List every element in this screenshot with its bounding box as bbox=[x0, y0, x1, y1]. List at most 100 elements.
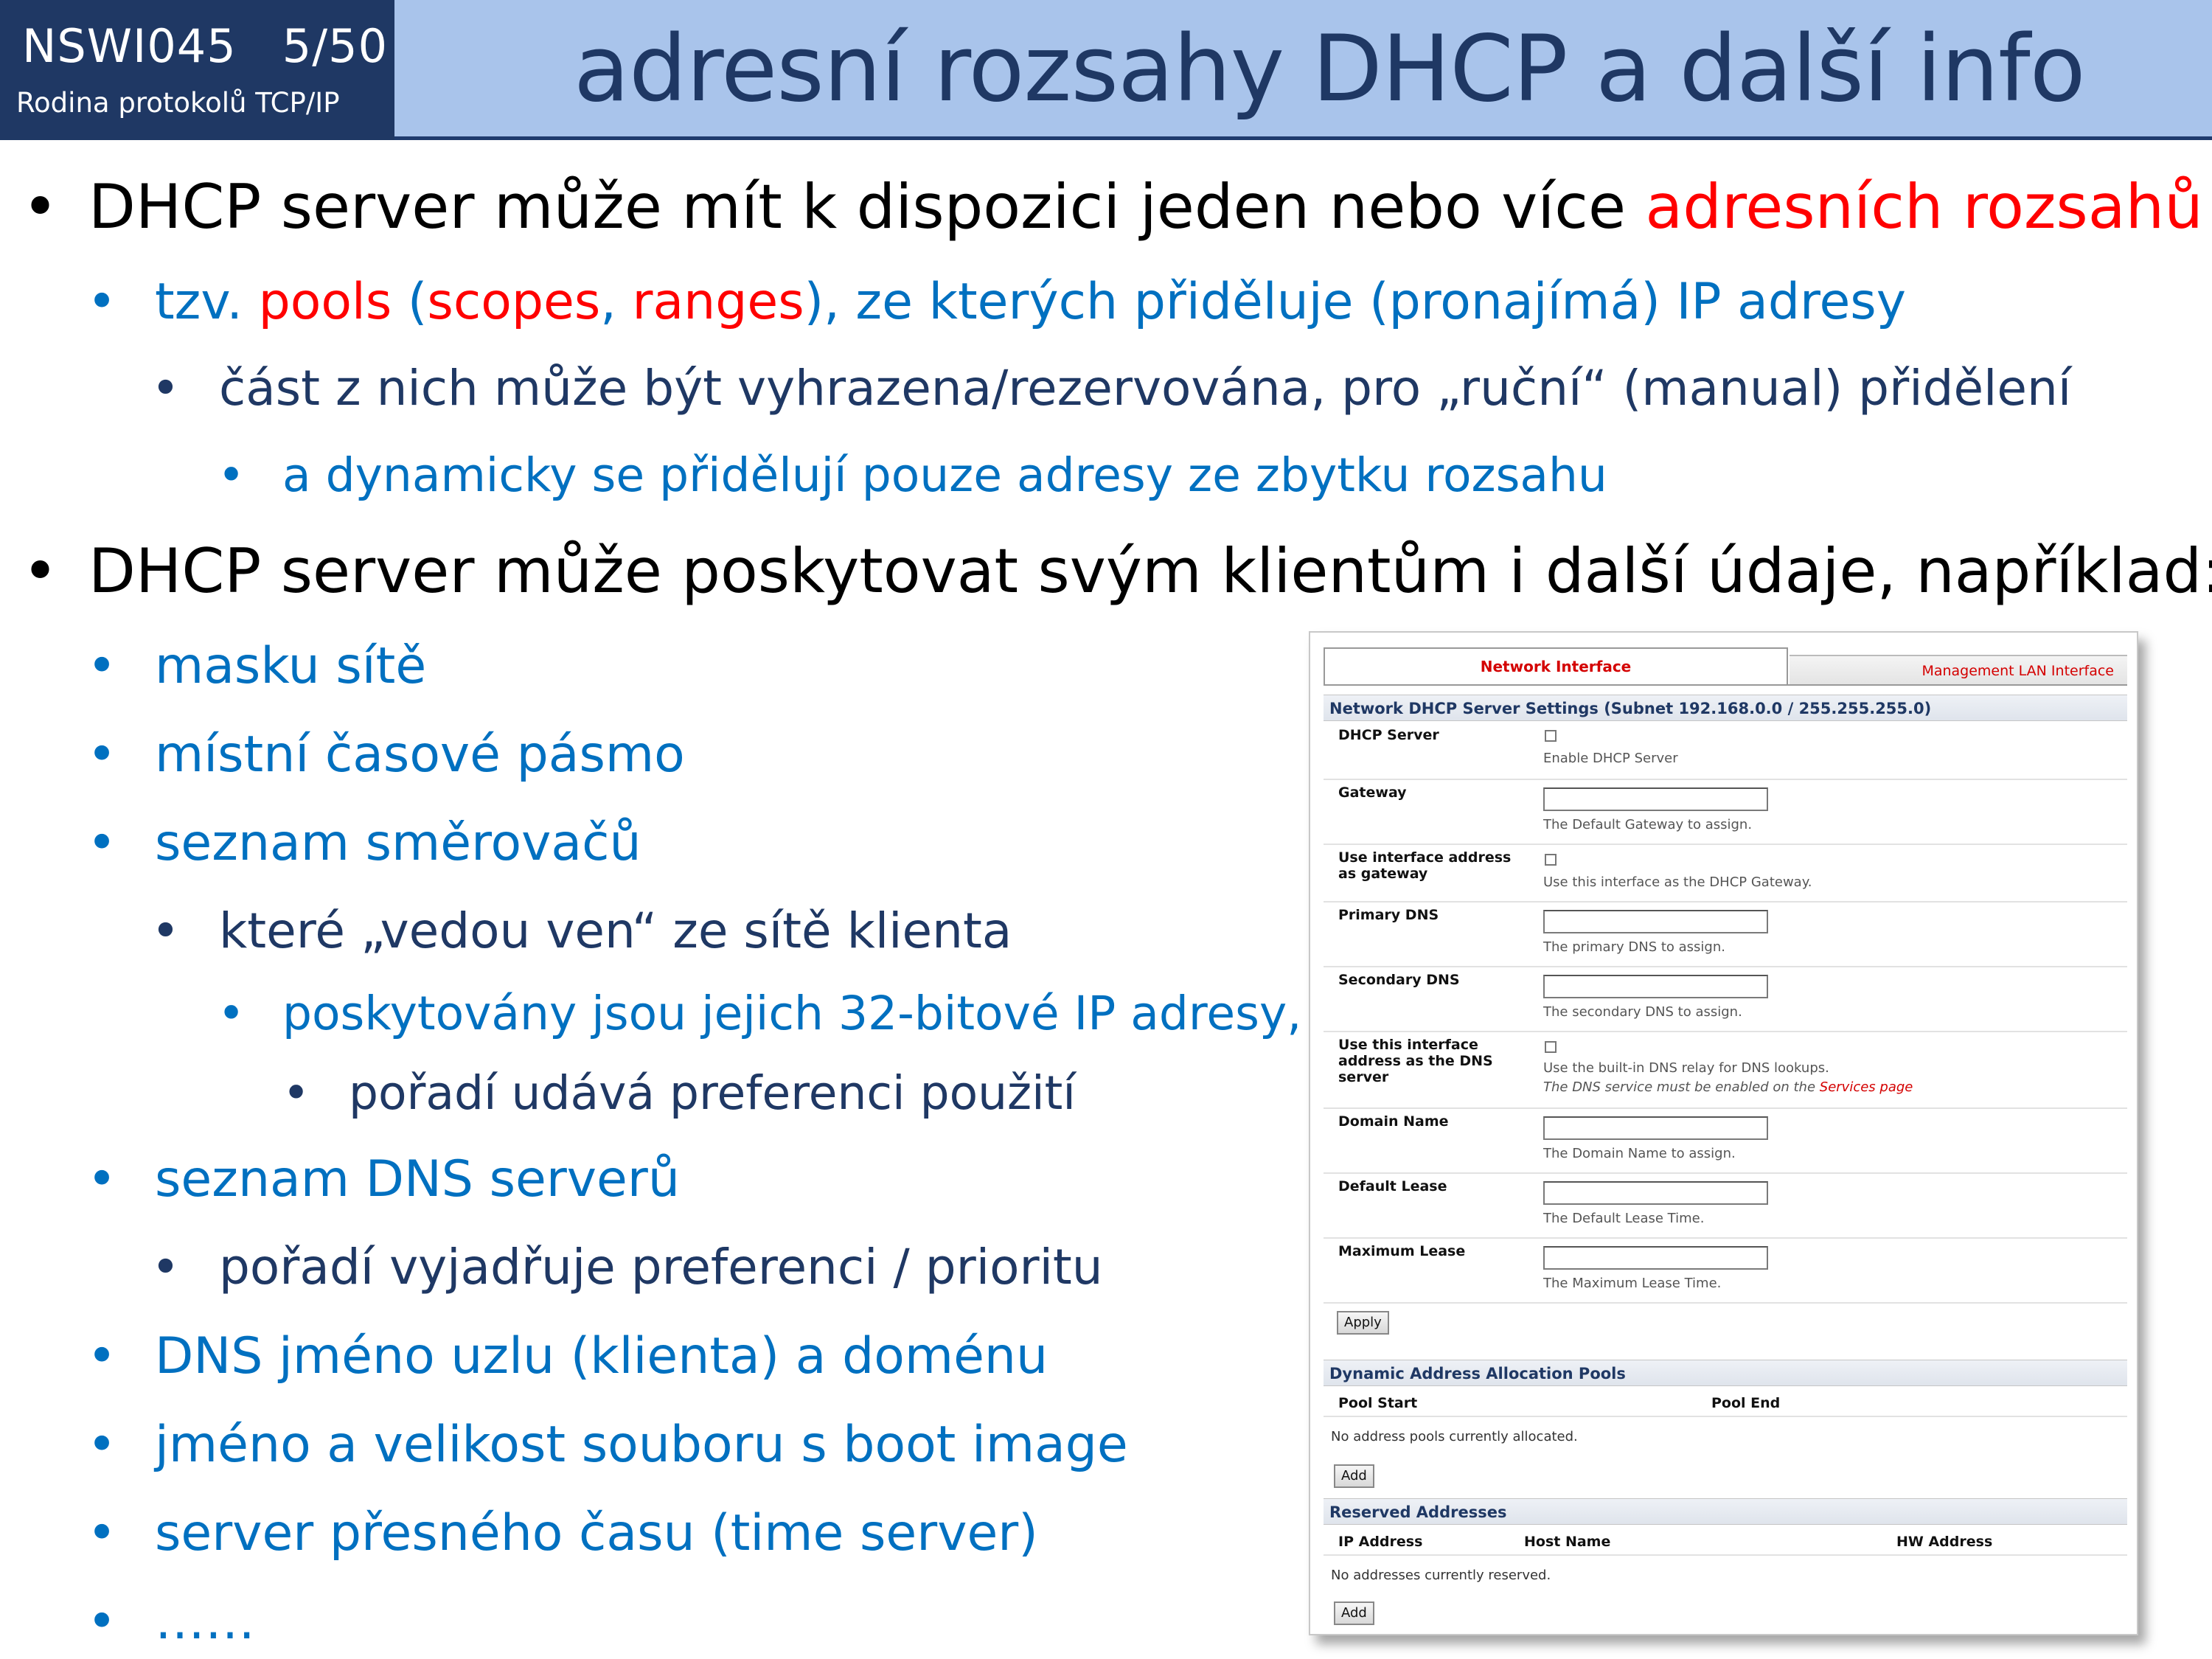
secondary-dns-input[interactable] bbox=[1543, 975, 1768, 998]
bullet-text: tzv. bbox=[155, 273, 259, 331]
use-interface-dns-checkbox[interactable] bbox=[1545, 1041, 1557, 1053]
bullet-item: • server přesného času (time server) bbox=[87, 1504, 1038, 1562]
field-hint: The Domain Name to assign. bbox=[1543, 1146, 1736, 1161]
add-pool-button[interactable]: Add bbox=[1334, 1464, 1374, 1488]
bullet-highlight: pools bbox=[258, 273, 392, 331]
bullet-text: a dynamicky se přidělují pouze adresy ze… bbox=[282, 448, 1607, 502]
bullet-dot: • bbox=[218, 448, 246, 502]
bullet-text: ), ze kterých přiděluje (pronajímá) IP a… bbox=[804, 273, 1906, 331]
field-hint: Enable DHCP Server bbox=[1543, 751, 1678, 766]
field-label: DHCP Server bbox=[1338, 727, 1439, 743]
slide-header: NSWI045 5/50 Rodina protokolů TCP/IP adr… bbox=[0, 0, 2212, 140]
field-label: Use this interface address as the DNS serv… bbox=[1338, 1037, 1493, 1085]
bullet-item: • DHCP server může poskytovat svým klien… bbox=[22, 535, 2212, 607]
bullet-item: • masku sítě bbox=[87, 637, 426, 695]
form-row-use-interface-dns: Use this interface address as the DNS serv… bbox=[1324, 1032, 2127, 1109]
field-hint: The secondary DNS to assign. bbox=[1543, 1004, 1742, 1020]
bullet-text: část z nich může být vyhrazena/rezervová… bbox=[219, 360, 2072, 417]
bullet-text: poskytovány jsou jejich 32-bitové IP adr… bbox=[282, 987, 1302, 1040]
bullet-dot: • bbox=[87, 1327, 117, 1385]
section-dhcp-server-settings: Network DHCP Server Settings (Subnet 192… bbox=[1324, 695, 2127, 721]
bullet-text: pořadí vyjadřuje preferenci / prioritu bbox=[219, 1239, 1103, 1295]
bullet-item: • seznam DNS serverů bbox=[87, 1150, 680, 1208]
bullet-dot: • bbox=[87, 273, 117, 331]
bullet-dot: • bbox=[87, 1416, 117, 1474]
bullet-dot: • bbox=[87, 1504, 117, 1562]
course-box: NSWI045 5/50 Rodina protokolů TCP/IP bbox=[0, 0, 394, 140]
bullet-text: , bbox=[600, 273, 633, 331]
slide-title: adresní rozsahy DHCP a další info bbox=[574, 16, 2086, 122]
form-row-gateway: Gateway The Default Gateway to assign. bbox=[1324, 780, 2127, 845]
field-label: Gateway bbox=[1338, 785, 1407, 801]
maximum-lease-input[interactable] bbox=[1543, 1246, 1768, 1270]
form-row-default-lease: Default Lease The Default Lease Time. bbox=[1324, 1174, 2127, 1239]
tab-management-lan-interface[interactable]: Management LAN Interface bbox=[1790, 655, 2127, 684]
field-hint: The Default Gateway to assign. bbox=[1543, 817, 1753, 832]
bullet-text: DHCP server může mít k dispozici jeden n… bbox=[88, 171, 1646, 243]
services-page-link[interactable]: Services page bbox=[1820, 1079, 1913, 1095]
bullet-highlight: scopes bbox=[427, 273, 601, 331]
bullet-item: • a dynamicky se přidělují pouze adresy … bbox=[218, 448, 1607, 502]
bullet-item: • DNS jméno uzlu (klienta) a doménu bbox=[87, 1327, 1048, 1385]
empty-reserved-message: No addresses currently reserved. bbox=[1331, 1568, 1551, 1583]
bullet-highlight: ranges bbox=[632, 273, 804, 331]
primary-dns-input[interactable] bbox=[1543, 910, 1768, 933]
bullet-item: • seznam směrovačů bbox=[87, 814, 641, 872]
course-code: NSWI045 5/50 bbox=[22, 19, 389, 73]
field-hint: Use this interface as the DHCP Gateway. bbox=[1543, 874, 1812, 890]
field-hint: The DNS service must be enabled on the S… bbox=[1543, 1079, 1913, 1095]
field-label: Domain Name bbox=[1338, 1113, 1449, 1130]
column-header-pool-start: Pool Start bbox=[1338, 1395, 1418, 1411]
add-reserved-button[interactable]: Add bbox=[1334, 1601, 1374, 1625]
label-line: server bbox=[1338, 1069, 1389, 1085]
bullet-text: …… bbox=[155, 1593, 255, 1651]
bullet-dot: • bbox=[151, 902, 180, 959]
bullet-dot: • bbox=[22, 171, 58, 243]
enable-dhcp-checkbox[interactable] bbox=[1545, 730, 1557, 742]
column-header-pool-end: Pool End bbox=[1711, 1395, 1781, 1411]
bullet-dot: • bbox=[87, 1150, 117, 1208]
apply-button[interactable]: Apply bbox=[1337, 1311, 1389, 1335]
field-label: Default Lease bbox=[1338, 1178, 1447, 1194]
bullet-text: pořadí udává preferenci použití bbox=[349, 1066, 1076, 1120]
bullet-item: • …… bbox=[87, 1593, 255, 1651]
label-line: Use interface address bbox=[1338, 849, 1512, 866]
column-header-host-name: Host Name bbox=[1524, 1534, 1611, 1550]
label-line: address as the DNS bbox=[1338, 1053, 1493, 1069]
bullet-item: • pořadí udává preferenci použití bbox=[282, 1066, 1076, 1120]
bullet-text: server přesného času (time server) bbox=[155, 1504, 1038, 1562]
bullet-item: • poskytovány jsou jejich 32-bitové IP a… bbox=[218, 987, 1301, 1040]
bullet-text: DHCP server může poskytovat svým klientů… bbox=[88, 535, 2212, 607]
label-line: Use this interface bbox=[1338, 1037, 1478, 1053]
form-row-secondary-dns: Secondary DNS The secondary DNS to assig… bbox=[1324, 967, 2127, 1032]
hint-text: The DNS service must be enabled on the bbox=[1543, 1079, 1820, 1095]
bullet-text: masku sítě bbox=[155, 637, 427, 695]
field-hint: Use the built-in DNS relay for DNS looku… bbox=[1543, 1060, 1829, 1076]
bullet-text: seznam směrovačů bbox=[155, 814, 641, 872]
bullet-dot: • bbox=[22, 535, 58, 607]
default-lease-input[interactable] bbox=[1543, 1181, 1768, 1205]
tab-bar: Network Interface Management LAN Interfa… bbox=[1324, 641, 2127, 686]
bullet-dot: • bbox=[87, 1593, 117, 1651]
tab-network-interface[interactable]: Network Interface bbox=[1324, 647, 1788, 684]
bullet-dot: • bbox=[87, 637, 117, 695]
form-row-maximum-lease: Maximum Lease The Maximum Lease Time. bbox=[1324, 1239, 2127, 1304]
form-row-primary-dns: Primary DNS The primary DNS to assign. bbox=[1324, 902, 2127, 967]
column-header-ip-address: IP Address bbox=[1338, 1534, 1423, 1550]
field-label: Use interface address as gateway bbox=[1338, 849, 1511, 882]
bullet-dot: • bbox=[151, 1239, 180, 1295]
dhcp-settings-screenshot: Network Interface Management LAN Interfa… bbox=[1309, 631, 2138, 1635]
bullet-text: DNS jméno uzlu (klienta) a doménu bbox=[155, 1327, 1048, 1385]
column-header-hw-address: HW Address bbox=[1896, 1534, 1993, 1550]
field-label: Secondary DNS bbox=[1338, 972, 1460, 988]
use-interface-gateway-checkbox[interactable] bbox=[1545, 854, 1557, 866]
bullet-text: jméno a velikost souboru s boot image bbox=[155, 1416, 1128, 1474]
field-label: Maximum Lease bbox=[1338, 1243, 1466, 1259]
bullet-dot: • bbox=[87, 726, 117, 784]
divider bbox=[1324, 1416, 2127, 1417]
bullet-item: • DHCP server může mít k dispozici jeden… bbox=[22, 171, 2203, 243]
domain-name-input[interactable] bbox=[1543, 1116, 1768, 1140]
bullet-text: které „vedou ven“ ze sítě klienta bbox=[219, 902, 1012, 959]
section-reserved-addresses: Reserved Addresses bbox=[1324, 1498, 2127, 1525]
gateway-input[interactable] bbox=[1543, 787, 1768, 811]
